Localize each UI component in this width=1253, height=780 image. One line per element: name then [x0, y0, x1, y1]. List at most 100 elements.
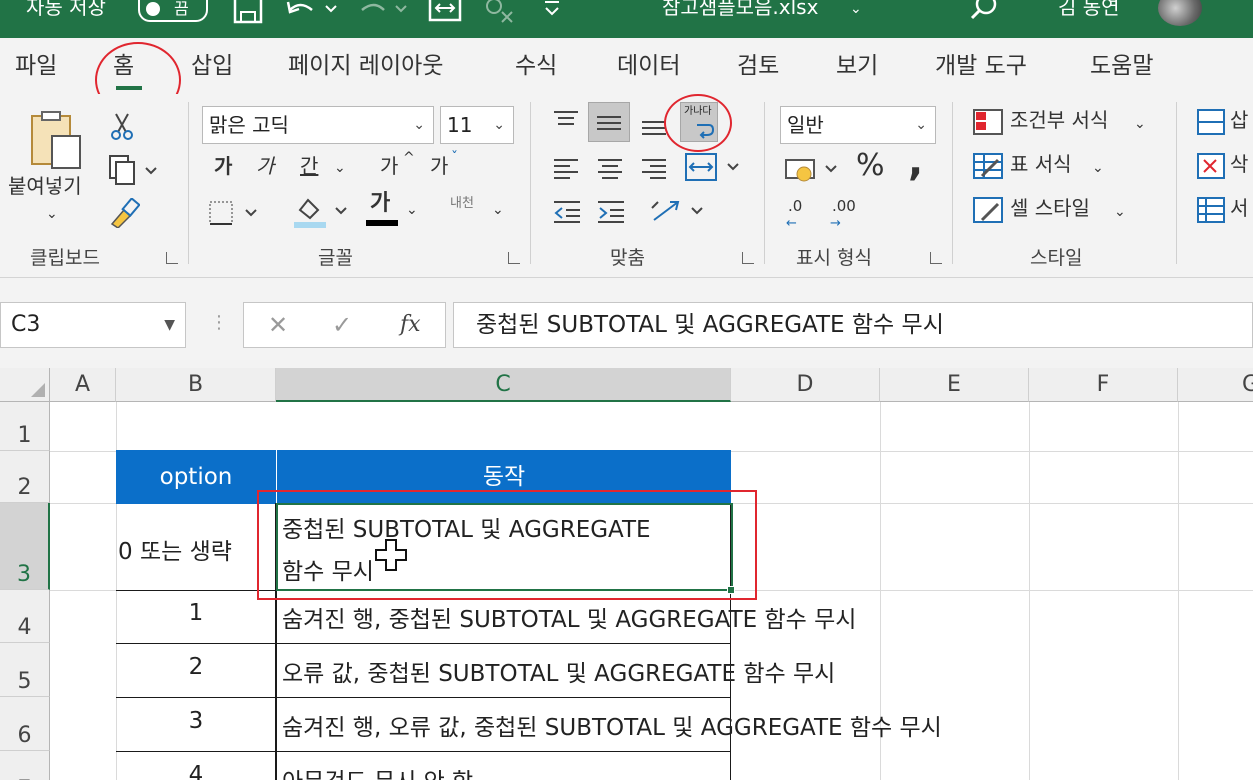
insert-cells-icon[interactable] — [1196, 108, 1226, 136]
insert-function-button[interactable]: fx — [400, 311, 421, 339]
tab-formulas[interactable]: 수식 — [515, 52, 557, 80]
column-header-c[interactable]: C — [276, 368, 731, 402]
accounting-format-icon[interactable] — [784, 154, 842, 186]
phonetic-button[interactable]: 내천 — [450, 192, 474, 216]
conditional-formatting-button[interactable]: 조건부 서식 — [1010, 108, 1108, 132]
tab-view[interactable]: 보기 — [836, 52, 878, 80]
cell-b4[interactable]: 1 — [116, 600, 276, 626]
clipboard-dialog-launcher[interactable] — [166, 252, 178, 264]
borders-icon[interactable] — [206, 198, 262, 228]
font-dialog-launcher[interactable] — [508, 252, 520, 264]
avatar[interactable] — [1158, 0, 1202, 26]
italic-button[interactable]: 가 — [256, 154, 274, 178]
cell-b6[interactable]: 3 — [116, 708, 276, 734]
cell-c4[interactable]: 숨겨진 행, 중첩된 SUBTOTAL 및 AGGREGATE 함수 무시 — [282, 600, 856, 634]
format-cells-button[interactable]: 서 — [1230, 196, 1248, 220]
merge-center-icon[interactable] — [684, 152, 742, 184]
row-header-6[interactable]: 6 — [0, 697, 50, 751]
formula-input[interactable]: 중첩된 SUBTOTAL 및 AGGREGATE 함수 무시 — [453, 302, 1253, 348]
format-painter-icon[interactable] — [108, 198, 140, 228]
user-name[interactable]: 김 동연 — [1058, 0, 1120, 18]
align-left-icon[interactable] — [552, 154, 580, 182]
cell-c5[interactable]: 오류 값, 중첩된 SUBTOTAL 및 AGGREGATE 함수 무시 — [282, 654, 835, 688]
search-icon[interactable] — [968, 0, 1002, 26]
column-header-d[interactable]: D — [731, 368, 880, 402]
orientation-icon[interactable] — [648, 196, 708, 228]
table-style-dropdown-icon[interactable]: ⌄ — [1092, 156, 1104, 180]
column-header-b[interactable]: B — [116, 368, 276, 402]
tab-help[interactable]: 도움말 — [1090, 52, 1153, 80]
insert-cells-button[interactable]: 삽 — [1230, 108, 1248, 132]
row-header-4[interactable]: 4 — [0, 590, 50, 643]
format-as-table-icon[interactable] — [972, 152, 1004, 180]
shrink-font-button[interactable]: 가 — [430, 154, 448, 178]
cell-styles-dropdown-icon[interactable]: ⌄ — [1114, 200, 1126, 224]
tab-insert[interactable]: 삽입 — [191, 52, 233, 80]
row-header-2[interactable]: 2 — [0, 451, 50, 503]
decrease-indent-icon[interactable] — [552, 198, 582, 226]
splitter-handle-icon[interactable]: ⋮ — [210, 312, 228, 333]
connect-icon[interactable] — [482, 0, 518, 26]
font-color-dropdown-icon[interactable]: ⌄ — [406, 198, 418, 222]
tab-data[interactable]: 데이터 — [617, 52, 680, 80]
column-header-a[interactable]: A — [50, 368, 116, 402]
percent-style-button[interactable]: % — [856, 148, 885, 184]
tab-page-layout[interactable]: 페이지 레이아웃 — [288, 52, 443, 80]
row-header-3[interactable]: 3 — [0, 503, 50, 590]
paste-dropdown-icon[interactable]: ⌄ — [46, 202, 58, 226]
delete-cells-button[interactable]: 삭 — [1230, 152, 1248, 176]
cell-b7[interactable]: 4 — [116, 762, 276, 780]
grow-font-button[interactable]: 가 — [380, 154, 398, 178]
font-size-select[interactable]: 11 ⌄ — [440, 106, 514, 144]
align-top-icon[interactable] — [552, 108, 580, 136]
bold-button[interactable]: 가 — [214, 154, 232, 178]
row-header-1[interactable]: 1 — [0, 402, 50, 451]
enter-icon[interactable]: ✓ — [332, 311, 352, 339]
row-header-5[interactable]: 5 — [0, 643, 50, 697]
cell-c6[interactable]: 숨겨진 행, 오류 값, 중첩된 SUBTOTAL 및 AGGREGATE 함수… — [282, 708, 942, 742]
increase-indent-icon[interactable] — [596, 198, 626, 226]
cell-b3[interactable]: 0 또는 생략 — [118, 532, 276, 566]
tab-review[interactable]: 검토 — [737, 52, 779, 80]
paste-label[interactable]: 붙여넣기 — [8, 174, 82, 198]
align-right-icon[interactable] — [640, 154, 668, 182]
tab-developer[interactable]: 개발 도구 — [935, 52, 1027, 80]
fill-color-icon[interactable] — [292, 194, 352, 230]
align-center-icon[interactable] — [596, 154, 624, 182]
name-box[interactable]: C3 ▼ — [0, 302, 186, 348]
cell-styles-button[interactable]: 셀 스타일 — [1010, 196, 1090, 220]
column-header-f[interactable]: F — [1029, 368, 1178, 402]
customize-qat-icon[interactable] — [540, 0, 564, 26]
cell-styles-icon[interactable] — [972, 196, 1004, 224]
font-color-button[interactable]: 가 — [370, 192, 390, 216]
alignment-dialog-launcher[interactable] — [742, 252, 754, 264]
copy-icon[interactable] — [106, 154, 158, 186]
select-all-button[interactable] — [0, 368, 50, 402]
cancel-icon[interactable]: ✕ — [268, 311, 288, 339]
column-header-e[interactable]: E — [880, 368, 1029, 402]
undo-icon[interactable] — [282, 0, 342, 26]
autosave-toggle[interactable]: 끔 — [138, 0, 208, 22]
save-icon[interactable] — [232, 0, 264, 26]
column-header-g[interactable]: G — [1178, 368, 1253, 402]
conditional-formatting-icon[interactable] — [972, 108, 1004, 136]
delete-cells-icon[interactable] — [1196, 152, 1226, 180]
align-middle-button[interactable] — [588, 102, 630, 142]
font-name-select[interactable]: 맑은 고딕 ⌄ — [202, 106, 434, 144]
underline-dropdown-icon[interactable]: ⌄ — [334, 156, 346, 180]
cell-b5[interactable]: 2 — [116, 654, 276, 680]
format-cells-icon[interactable] — [1196, 196, 1226, 224]
paste-icon[interactable] — [28, 110, 86, 170]
underline-button[interactable]: 간 — [300, 154, 318, 178]
form-icon[interactable] — [428, 0, 462, 26]
phonetic-dropdown-icon[interactable]: ⌄ — [492, 198, 504, 222]
conditional-dropdown-icon[interactable]: ⌄ — [1134, 112, 1146, 136]
format-as-table-button[interactable]: 표 서식 — [1010, 152, 1072, 176]
comma-style-button[interactable]: , — [908, 140, 923, 184]
redo-icon[interactable] — [356, 0, 412, 26]
tab-file[interactable]: 파일 — [15, 52, 57, 80]
table-header-option[interactable]: option — [116, 450, 276, 504]
cut-icon[interactable] — [108, 112, 136, 140]
row-header-7[interactable]: 7 — [0, 751, 50, 780]
cell-c7[interactable]: 아무것도 무시 안 함 — [282, 762, 473, 780]
